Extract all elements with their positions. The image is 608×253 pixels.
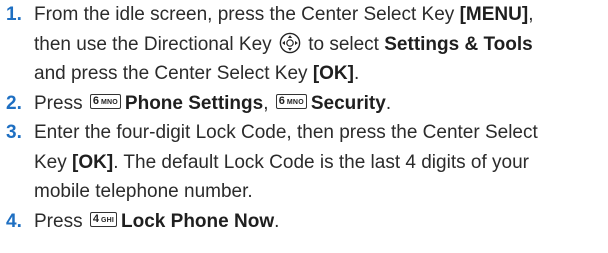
key-6-mno-icon: 6 MNO <box>275 94 307 110</box>
step-number: 2. <box>6 92 22 114</box>
step-1: 1. From the idle screen, press the Cente… <box>6 0 602 89</box>
step-3-line-2: Key [OK]. The default Lock Code is the l… <box>34 151 529 173</box>
step-number: 1. <box>6 4 22 25</box>
ok-key-label: [OK] <box>72 151 114 173</box>
key-6-mno-icon: 6 MNO <box>89 94 121 110</box>
step-4: 4. Press 4 GHI Lock Phone Now. <box>6 207 602 237</box>
step-1-line-1: From the idle screen, press the Center S… <box>34 4 534 25</box>
directional-key-icon <box>279 32 301 54</box>
step-4-line-1: Press 4 GHI Lock Phone Now. <box>34 210 280 232</box>
ok-key-label: [OK] <box>312 63 354 84</box>
step-number: 3. <box>6 122 22 143</box>
settings-tools-label: Settings & Tools <box>384 33 533 55</box>
step-1-line-2: then use the Directional Key to select S… <box>34 32 533 55</box>
step-number: 4. <box>6 210 22 232</box>
key-4-ghi-icon: 4 GHI <box>89 212 118 228</box>
step-3-line-1: Enter the four-digit Lock Code, then pre… <box>34 122 538 143</box>
lock-phone-now-label: Lock Phone Now <box>121 210 275 232</box>
step-3: 3. Enter the four-digit Lock Code, then … <box>6 118 602 207</box>
security-label: Security <box>310 92 386 114</box>
step-3-line-3: mobile telephone number. <box>34 181 253 202</box>
step-2: 2. Press 6 MNO Phone Settings, 6 MNO Securit… <box>6 89 602 119</box>
menu-key-label: [MENU] <box>459 4 529 25</box>
step-2-line-1: Press 6 MNO Phone Settings, 6 MNO Security. <box>34 92 392 114</box>
step-1-line-3: and press the Center Select Key [OK]. <box>34 63 360 84</box>
phone-settings-label: Phone Settings <box>124 92 264 114</box>
instructions: 1. From the idle screen, press the Cente… <box>0 0 608 236</box>
